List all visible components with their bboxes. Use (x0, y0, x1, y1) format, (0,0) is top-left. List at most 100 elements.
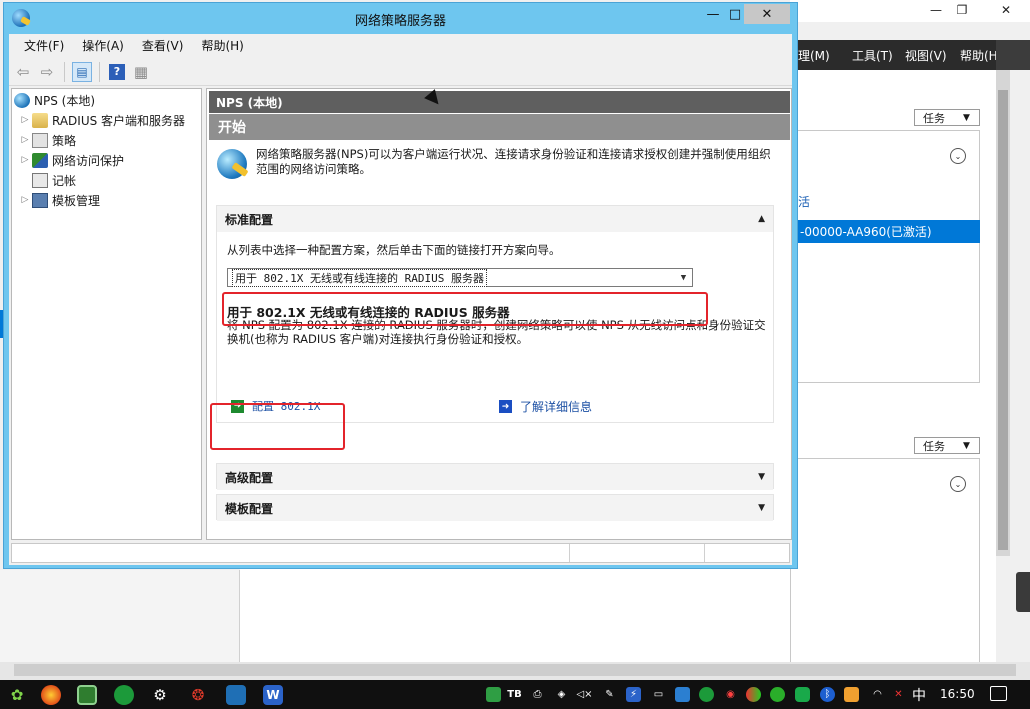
collapse-up-icon[interactable]: ▲ (758, 214, 765, 224)
app-eye-icon[interactable] (77, 685, 97, 705)
nps-titlebar[interactable]: 网络策略服务器 — □ ✕ (4, 3, 797, 33)
background-restore-button[interactable]: ❐ (946, 0, 978, 20)
clock[interactable]: 16:50 (940, 687, 975, 701)
tree-item-nap[interactable]: ▷ 网络访问保护 (18, 151, 124, 169)
menu-file[interactable]: 文件(F) (15, 37, 73, 54)
tree-item-label: 记帐 (52, 173, 77, 188)
accounting-icon (32, 172, 48, 188)
menu-help[interactable]: 帮助(H) (192, 37, 252, 54)
menu-action[interactable]: 操作(A) (73, 37, 133, 54)
getting-started-header: 开始 (209, 114, 790, 140)
background-selected-row[interactable]: -00000-AA960(已激活) (790, 220, 980, 243)
tree-item-policies[interactable]: ▷ 策略 (18, 131, 76, 149)
background-side-tab[interactable] (1016, 572, 1030, 612)
back-arrow-icon[interactable]: ⇦ (13, 62, 33, 82)
intro-text: 网络策略服务器(NPS)可以为客户端运行状况、连接请求身份验证和连接请求授权创建… (256, 147, 771, 176)
shield-icon[interactable] (795, 687, 810, 702)
scenario-select[interactable]: 用于 802.1X 无线或有线连接的 RADIUS 服务器 ▼ (227, 268, 693, 287)
tray-app-icon[interactable] (486, 687, 501, 702)
background-panel-top (790, 130, 980, 383)
window-title: 网络策略服务器 (354, 14, 446, 29)
expand-down-icon[interactable]: ▼ (758, 503, 765, 513)
printer-icon[interactable]: ⎙ (530, 687, 545, 702)
tray-tb-icon[interactable]: TB (507, 687, 522, 702)
tree-item-accounting[interactable]: 记帐 (32, 171, 76, 189)
background-tasks-label-2: 任务 (923, 439, 945, 453)
toolbar-separator (64, 61, 65, 82)
tree-item-radius[interactable]: ▷ RADIUS 客户端和服务器 (18, 111, 185, 129)
notification-icon[interactable] (990, 686, 1007, 701)
nps-client-area: 文件(F) 操作(A) 查看(V) 帮助(H) ⇦ ⇨ ▤ ? ▦ NPS (本… (9, 34, 792, 565)
firefox-icon[interactable] (41, 685, 61, 705)
highlight-configure-link (210, 403, 345, 450)
tray-window-icon[interactable] (675, 687, 690, 702)
globe-icon (14, 92, 30, 108)
bluetooth-icon[interactable]: ᛒ (820, 687, 835, 702)
volume-mute-icon[interactable]: ◁× (576, 687, 592, 702)
background-menu-view[interactable]: 视图(V) (905, 47, 947, 64)
word-icon[interactable]: W (263, 685, 283, 705)
expand-triangle-icon[interactable]: ▷ (18, 195, 32, 205)
status-divider (704, 544, 705, 562)
start-button-icon[interactable]: ✿ (7, 685, 27, 705)
background-horizontal-scroll-thumb[interactable] (14, 664, 1016, 676)
background-tasks-dropdown-2[interactable]: 任务 ▼ (914, 437, 980, 454)
help-button[interactable]: ? (107, 62, 127, 82)
content-header: NPS (本地) (209, 91, 790, 113)
chevron-down-icon: ▼ (963, 440, 970, 451)
background-menu-tools[interactable]: 工具(T) (852, 47, 893, 64)
console-tree-icon[interactable]: ▤ (72, 61, 92, 82)
pen-icon[interactable]: ✎ (602, 687, 617, 702)
ime-indicator[interactable]: 中 (912, 685, 926, 705)
background-menu-manage[interactable]: 理(M) (798, 47, 830, 64)
chevron-down-icon: ▼ (963, 112, 970, 123)
forward-arrow-icon[interactable]: ⇨ (37, 62, 57, 82)
image-viewer-icon[interactable] (226, 685, 246, 705)
expand-down-icon[interactable]: ▼ (758, 472, 765, 482)
tray-green-icon[interactable] (699, 687, 714, 702)
tree-item-label: 模板管理 (52, 193, 101, 208)
nps-intro-icon (217, 149, 247, 179)
background-tasks-dropdown[interactable]: 任务 ▼ (914, 109, 980, 126)
expand-circle-icon[interactable]: ⌄ (950, 148, 966, 164)
network-alert-icon[interactable]: ✕ (891, 687, 906, 702)
highlight-select-box (222, 292, 708, 326)
color-wheel-icon[interactable] (746, 687, 761, 702)
toolbar: ⇦ ⇨ ▤ ? ▦ (9, 58, 792, 86)
expand-circle-icon[interactable]: ⌄ (950, 476, 966, 492)
advanced-config-header[interactable]: 高级配置 ▼ (217, 464, 773, 490)
tree-item-templates[interactable]: ▷ 模板管理 (18, 191, 100, 209)
package-icon[interactable]: ◈ (554, 687, 569, 702)
status-divider (569, 544, 570, 562)
close-button[interactable]: ✕ (744, 4, 790, 24)
wechat-icon[interactable] (770, 687, 785, 702)
learn-more-link[interactable]: ➜ 了解详细信息 (499, 398, 592, 415)
green-circle-app-icon[interactable] (114, 685, 134, 705)
keyboard-icon[interactable]: ▭ (651, 687, 666, 702)
background-vertical-scroll-thumb[interactable] (998, 90, 1008, 550)
gear-icon[interactable]: ⚙ (150, 685, 170, 705)
properties-icon[interactable]: ▦ (131, 62, 151, 82)
standard-config-header[interactable]: 标准配置 ▲ (217, 206, 773, 232)
section-title: 高级配置 (225, 470, 274, 485)
wifi-icon[interactable]: ◠ (870, 687, 885, 702)
qq-icon[interactable]: ◉ (723, 687, 738, 702)
chevron-down-icon[interactable]: ▼ (675, 269, 692, 286)
network-protection-icon (32, 152, 48, 168)
expand-triangle-icon[interactable]: ▷ (18, 115, 32, 125)
lightning-icon[interactable]: ⚡ (626, 687, 641, 702)
tree-item-label: NPS (本地) (34, 93, 96, 108)
advanced-config-section: 高级配置 ▼ (216, 463, 774, 490)
expand-triangle-icon[interactable]: ▷ (18, 155, 32, 165)
tray-orange-icon[interactable] (844, 687, 859, 702)
tree-item-nps-root[interactable]: NPS (本地) (14, 91, 95, 109)
expand-triangle-icon[interactable]: ▷ (18, 135, 32, 145)
menu-view[interactable]: 查看(V) (133, 37, 193, 54)
folder-icon (32, 112, 48, 128)
background-close-button[interactable]: ✕ (990, 0, 1022, 20)
background-link-fragment[interactable]: 活 (798, 193, 810, 210)
taskbar: ✿ ⚙ ❂ W TB ⎙ ◈ ◁× ✎ ⚡ ▭ ◉ ᛒ ◠ ✕ 中 16:50 (0, 680, 1030, 709)
content-pane: NPS (本地) 开始 网络策略服务器(NPS)可以为客户端运行状况、连接请求身… (206, 88, 792, 540)
template-config-header[interactable]: 模板配置 ▼ (217, 495, 773, 521)
spiral-app-icon[interactable]: ❂ (188, 685, 208, 705)
